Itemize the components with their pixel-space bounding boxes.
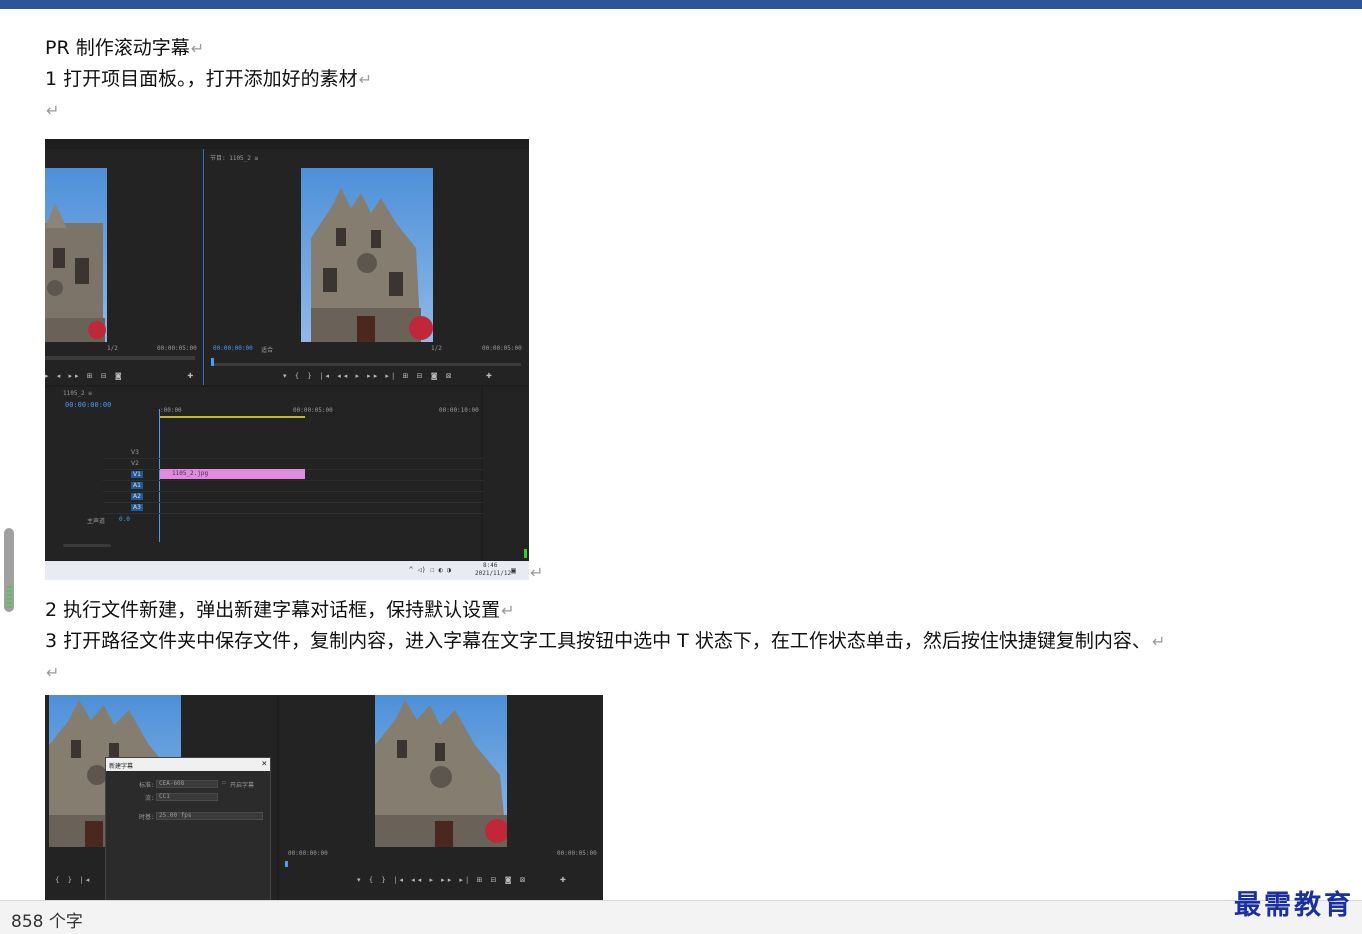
step-2-line[interactable]: 2 执行文件新建，弹出新建字幕对话框，保持默认设置↵ bbox=[45, 598, 515, 623]
program-preview-image bbox=[375, 695, 507, 847]
timebase-label: 时基: bbox=[139, 814, 155, 821]
premiere-screenshot-2[interactable]: 00:00:00:00 00:00:05:00 ▾ { } |◂ ◂◂ ▸ ▸▸… bbox=[45, 695, 603, 900]
paragraph-mark: ↵ bbox=[190, 39, 205, 58]
audio-meter-panel bbox=[483, 387, 529, 560]
ruler-mark-1: 00:00:05:00 bbox=[293, 407, 333, 414]
track-row-a1: A1 bbox=[103, 481, 517, 492]
timebase-value: 25.00 fps bbox=[159, 812, 192, 819]
open-caption-checkbox[interactable]: ☐ bbox=[222, 779, 226, 786]
program-timecode-left: 00:00:00:00 bbox=[288, 850, 328, 857]
document-title-line[interactable]: PR 制作滚动字幕↵ bbox=[45, 36, 204, 61]
video-clip[interactable]: 1105_2.jpg bbox=[160, 469, 305, 479]
program-transport-controls[interactable]: ▾ { } |◂ ◂◂ ▸ ▸▸ ▸| ⊞ ⊟ ◙ ⊠ ✚ bbox=[283, 372, 495, 380]
stream-label: 流: bbox=[145, 795, 155, 802]
timeline-sequence-name[interactable]: 1105_2 ≡ bbox=[63, 390, 92, 397]
track-label-a2[interactable]: A2 bbox=[131, 493, 143, 500]
source-scrubber[interactable] bbox=[45, 356, 195, 360]
program-transport-controls[interactable]: ▾ { } |◂ ◂◂ ▸ ▸▸ ▸| ⊞ ⊟ ◙ ⊠ ✚ bbox=[357, 876, 569, 884]
step-3-line[interactable]: 3 打开路径文件夹中保存文件，复制内容，进入字幕在文字工具按钮中选中 T 状态下… bbox=[45, 629, 1165, 654]
stream-value: CC1 bbox=[159, 793, 170, 800]
master-track-label: 主声道 bbox=[87, 518, 106, 525]
paragraph-mark: ↵ bbox=[530, 563, 544, 582]
timeline-zoom-scrollbar[interactable] bbox=[63, 544, 111, 547]
timebase-select[interactable]: 25.00 fps bbox=[156, 812, 263, 820]
ruler-mark-0: :00:00 bbox=[160, 407, 182, 414]
dialog-close-icon[interactable]: × bbox=[262, 759, 267, 769]
paragraph-mark: ↵ bbox=[1151, 632, 1166, 651]
empty-line[interactable]: ↵ bbox=[45, 660, 59, 685]
paragraph-mark: ↵ bbox=[46, 663, 60, 682]
track-label-v2[interactable]: V2 bbox=[131, 460, 139, 467]
work-area-bar[interactable] bbox=[160, 416, 305, 418]
standard-select[interactable]: CEA-608 bbox=[156, 780, 218, 788]
church-image bbox=[311, 188, 433, 342]
taskbar-date[interactable]: 2021/11/12 bbox=[475, 570, 511, 577]
title-text: PR 制作滚动字幕 bbox=[45, 37, 190, 59]
step-1-text: 1 打开项目面板。，打开添加好的素材 bbox=[45, 68, 358, 90]
ribbon-accent-bar bbox=[0, 0, 1362, 9]
open-caption-label: 开启字幕 bbox=[230, 782, 255, 789]
track-row-v3: V3 bbox=[103, 448, 517, 459]
track-row-a2: A2 bbox=[103, 492, 517, 503]
ruler-mark-2: 00:00:10:00 bbox=[439, 407, 479, 414]
source-timecode: 00:00:05:00 bbox=[157, 345, 197, 352]
progress-indicator bbox=[6, 586, 12, 608]
standard-value: CEA-608 bbox=[159, 780, 185, 787]
track-label-v1[interactable]: V1 bbox=[131, 471, 143, 478]
playhead-marker[interactable] bbox=[285, 861, 288, 867]
stream-select[interactable]: CC1 bbox=[156, 793, 218, 801]
program-scale-dropdown[interactable]: 1/2 bbox=[431, 345, 442, 352]
paragraph-mark: ↵ bbox=[46, 101, 60, 120]
standard-label: 标准: bbox=[139, 782, 155, 789]
program-fit-dropdown[interactable]: 适合 bbox=[261, 345, 273, 354]
program-scrubber[interactable] bbox=[211, 363, 521, 366]
program-timecode-right: 00:00:05:00 bbox=[557, 850, 597, 857]
program-timecode-left: 00:00:00:00 bbox=[213, 345, 253, 352]
paragraph-mark: ↵ bbox=[501, 601, 515, 620]
track-label-a1[interactable]: A1 bbox=[131, 482, 143, 489]
timeline-timecode[interactable]: 00:00:00:00 bbox=[65, 401, 111, 409]
track-label-a3[interactable]: A3 bbox=[131, 504, 143, 511]
step-1-line[interactable]: 1 打开项目面板。，打开添加好的素材↵ bbox=[45, 67, 372, 92]
church-image bbox=[45, 203, 106, 342]
source-preview-image bbox=[45, 168, 107, 342]
tray-icons[interactable]: ^ ◁) ☐ ◐ ◑ bbox=[409, 566, 451, 574]
dialog-titlebar[interactable]: 新建字幕 × bbox=[106, 758, 270, 771]
notification-icon[interactable]: ▣ bbox=[511, 566, 516, 575]
windows-taskbar: ^ ◁) ☐ ◐ ◑ 8:46 2021/11/12 ▣ bbox=[45, 561, 529, 580]
empty-line[interactable]: ↵ bbox=[45, 98, 59, 123]
track-row-a3: A3 bbox=[103, 503, 517, 514]
premiere-screenshot-1[interactable]: 1/2 00:00:05:00 ▸ ◂ ▸▸ ⊞ ⊟ ◙ ✚ 节目: 1105_… bbox=[45, 139, 529, 580]
source-transport-controls[interactable]: { } |◂ bbox=[55, 876, 92, 884]
master-track-value[interactable]: 0.0 bbox=[119, 516, 130, 523]
dialog-title: 新建字幕 bbox=[109, 763, 134, 770]
program-timecode-right: 00:00:05:00 bbox=[482, 345, 522, 352]
source-fit[interactable]: 1/2 bbox=[107, 345, 118, 352]
track-label-v3[interactable]: V3 bbox=[131, 449, 139, 456]
paragraph-mark: ↵ bbox=[358, 70, 373, 89]
clip-label: 1105_2.jpg bbox=[172, 470, 209, 477]
playhead-marker[interactable] bbox=[211, 358, 214, 366]
audio-level-meter bbox=[524, 549, 527, 558]
taskbar-time[interactable]: 8:46 bbox=[483, 562, 497, 569]
watermark-logo: 最需教育 bbox=[1234, 890, 1354, 921]
new-caption-dialog[interactable]: 新建字幕 × 标准: CEA-608 ☐ 开启字幕 流: CC1 时基: 25.… bbox=[105, 757, 271, 900]
navigation-scroll-thumb[interactable] bbox=[4, 528, 14, 612]
source-transport-controls[interactable]: ▸ ◂ ▸▸ ⊞ ⊟ ◙ ✚ bbox=[45, 372, 196, 380]
status-bar: 858 个字 bbox=[0, 900, 1362, 934]
program-monitor-header: 节目: 1105_2 ≡ bbox=[210, 155, 259, 162]
step-3-text: 3 打开路径文件夹中保存文件，复制内容，进入字幕在文字工具按钮中选中 T 状态下… bbox=[45, 630, 1151, 652]
program-preview-image bbox=[301, 168, 433, 342]
word-count[interactable]: 858 个字 bbox=[11, 907, 83, 932]
step-2-text: 2 执行文件新建，弹出新建字幕对话框，保持默认设置 bbox=[45, 599, 501, 621]
church-image bbox=[375, 700, 507, 847]
